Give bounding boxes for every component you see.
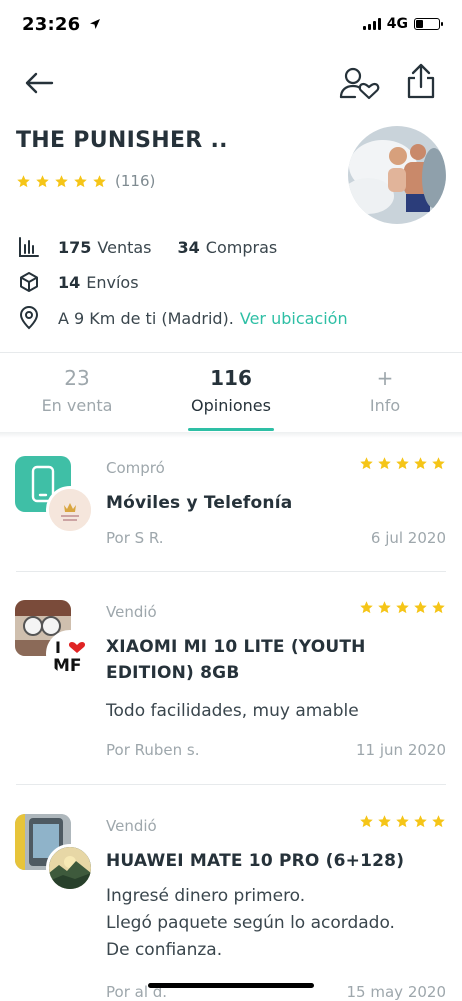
review-item-title: XIAOMI MI 10 LITE (YOUTH EDITION) 8GB <box>106 637 366 683</box>
star-icon <box>92 174 107 189</box>
purchases-count: 34 <box>177 237 200 257</box>
tab-label: En venta <box>41 396 113 415</box>
star-icon <box>359 600 374 615</box>
avatar-photo <box>348 126 446 224</box>
tab-label: Opiniones <box>191 396 271 415</box>
tab-value: + <box>376 366 394 390</box>
shipments-count: 14 <box>58 272 81 292</box>
star-icon <box>377 814 392 829</box>
svg-text:I: I <box>55 638 61 657</box>
star-icon <box>431 456 446 471</box>
star-icon <box>73 174 88 189</box>
star-icon <box>395 456 410 471</box>
review-item-title: Móviles y Telefonía <box>106 493 293 513</box>
review-author: Por Ruben s. <box>106 741 200 759</box>
review-stars <box>359 456 446 471</box>
stats-row: 175 Ventas 34 Compras <box>18 236 277 258</box>
star-icon <box>395 600 410 615</box>
signal-icon <box>362 18 381 30</box>
active-tab-indicator <box>188 428 274 431</box>
divider <box>16 571 446 572</box>
review-date: 11 jun 2020 <box>356 741 446 759</box>
tabs-shadow <box>0 432 462 438</box>
review-kind: Compró <box>106 459 165 477</box>
box-icon <box>20 272 38 292</box>
follow-user-heart-icon <box>339 67 380 100</box>
review-kind: Vendió <box>106 603 157 621</box>
tab-info[interactable]: + Info <box>308 358 462 432</box>
home-indicator[interactable] <box>148 983 314 988</box>
profile-rating: (116) <box>16 172 155 190</box>
shipments-label: Envíos <box>86 272 139 292</box>
reviewer-avatar: I MF <box>46 630 94 678</box>
location-row: A 9 Km de ti (Madrid). Ver ubicación <box>18 306 348 330</box>
status-indicators: 4G <box>362 16 443 32</box>
back-button[interactable] <box>22 66 56 100</box>
landscape-photo <box>49 847 91 889</box>
back-arrow-icon <box>25 72 54 94</box>
star-icon <box>431 814 446 829</box>
location-pin-icon <box>19 306 39 330</box>
share-button[interactable] <box>404 63 438 99</box>
star-icon <box>395 814 410 829</box>
network-label: 4G <box>386 16 408 32</box>
star-icon <box>413 814 428 829</box>
review-text: Todo facilidades, muy amable <box>106 701 359 721</box>
tab-label: Info <box>369 396 401 415</box>
svg-text:MF: MF <box>53 656 82 675</box>
status-time: 23:26 <box>22 14 101 35</box>
star-icon <box>359 814 374 829</box>
reviewer-avatar <box>46 844 94 892</box>
follow-button[interactable] <box>338 66 382 100</box>
star-icon <box>16 174 31 189</box>
profile-avatar[interactable] <box>348 126 446 224</box>
crown-logo-icon <box>49 489 91 531</box>
review-date: 6 jul 2020 <box>370 529 446 547</box>
purchases-label: Compras <box>205 237 278 257</box>
star-icon <box>54 174 69 189</box>
star-icon <box>413 600 428 615</box>
sales-count: 175 <box>58 237 92 257</box>
review-stars <box>359 814 446 829</box>
divider <box>16 784 446 785</box>
review-item[interactable]: Vendió HUAWEI MATE 10 PRO (6+128) Ingres… <box>0 804 462 1001</box>
star-icon <box>35 174 50 189</box>
review-item[interactable]: I MF Vendió XIAOMI MI 10 LITE (YOUTH EDI… <box>0 590 462 780</box>
review-date: 15 may 2020 <box>346 983 446 1001</box>
tab-en-venta[interactable]: 23 En venta <box>0 358 154 432</box>
bar-chart-icon <box>19 237 39 257</box>
share-icon <box>407 63 435 99</box>
review-text: Ingresé dinero primero. Llegó paquete se… <box>106 886 395 960</box>
star-icon <box>431 600 446 615</box>
review-item[interactable]: Compró Móviles y Telefonía Por S R. 6 ju… <box>0 446 462 570</box>
divider <box>0 352 462 353</box>
star-icon <box>413 456 428 471</box>
reviewer-avatar <box>46 486 94 534</box>
profile-tabs: 23 En venta 116 Opiniones + Info <box>0 358 462 432</box>
tab-value: 116 <box>210 366 252 390</box>
tab-value: 23 <box>64 366 90 390</box>
star-icon <box>377 600 392 615</box>
review-kind: Vendió <box>106 817 157 835</box>
location-arrow-icon <box>89 19 100 29</box>
star-icon <box>377 456 392 471</box>
sales-label: Ventas <box>97 237 152 257</box>
review-item-title: HUAWEI MATE 10 PRO (6+128) <box>106 851 405 871</box>
shipments-row: 14 Envíos <box>18 271 139 293</box>
view-location-link[interactable]: Ver ubicación <box>240 309 348 328</box>
location-text: A 9 Km de ti (Madrid). <box>58 308 234 328</box>
review-stars <box>359 600 446 615</box>
rating-count: (116) <box>115 172 156 190</box>
battery-icon <box>414 18 443 30</box>
profile-name: THE PUNISHER .. <box>16 128 228 153</box>
review-author: Por S R. <box>106 529 164 547</box>
star-icon <box>359 456 374 471</box>
tab-opiniones[interactable]: 116 Opiniones <box>154 358 308 432</box>
i-love-mf-logo: I MF <box>49 633 91 675</box>
